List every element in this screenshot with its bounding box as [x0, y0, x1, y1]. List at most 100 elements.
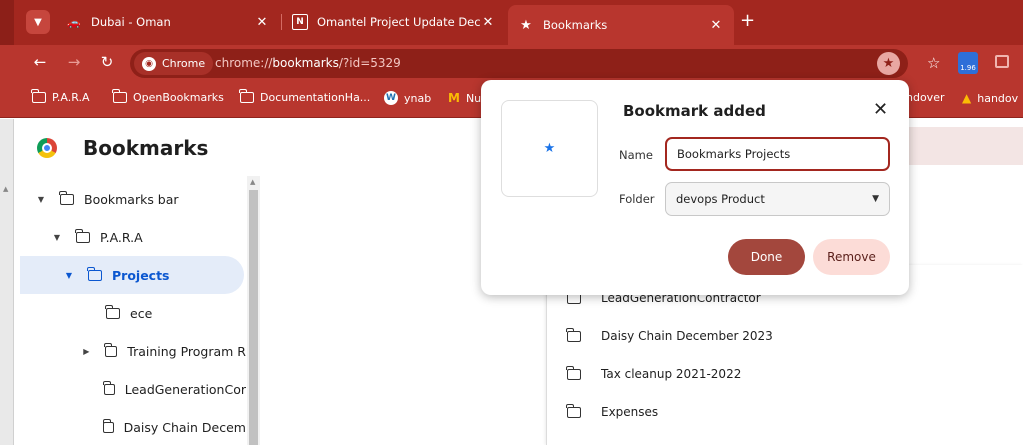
tree-item-label: Training Program R [127, 343, 246, 359]
tab-omantel[interactable]: N Omantel Project Update Dec 4 2 ✕ [282, 6, 506, 38]
star-icon: ★ [882, 56, 895, 71]
extension-badge: 1.96 [960, 64, 976, 72]
bookmark-added-dialog: ★ Bookmark added ✕ Name Folder devops Pr… [481, 80, 909, 295]
gmail-icon: M [448, 91, 460, 105]
star-icon: ★ [520, 17, 532, 33]
url-text[interactable]: chrome://bookmarks/?id=5329 [215, 56, 401, 70]
bookmark-handover[interactable]: ndover [906, 91, 944, 104]
bookmark-label: Nu [465, 91, 482, 105]
window-edge [0, 0, 14, 45]
close-icon[interactable]: ✕ [708, 18, 724, 33]
bookmark-documentation[interactable]: DocumentationHa... [239, 89, 370, 104]
bookmark-openbookmarks[interactable]: OpenBookmarks [112, 89, 224, 104]
close-icon[interactable]: ✕ [254, 15, 270, 30]
reload-button[interactable]: ↻ [97, 53, 117, 71]
bookmark-icon-button[interactable]: ☆ [927, 54, 940, 72]
folder-icon [31, 89, 46, 103]
tree-item-projects[interactable]: ▼ Projects [20, 256, 244, 294]
tree-item-daisy-chain[interactable]: Daisy Chain Decem [20, 408, 246, 445]
expand-arrow-icon[interactable]: ▼ [36, 195, 46, 204]
extension-button[interactable]: 1.96 [958, 52, 978, 74]
folder-icon [87, 266, 102, 281]
folder-icon [102, 418, 114, 433]
new-tab-button[interactable]: + [740, 12, 755, 30]
list-item[interactable]: Daisy Chain December 2023 [566, 317, 773, 355]
tree-item-training-program[interactable]: ▶ Training Program R [20, 332, 246, 370]
toolbar: ← → ↻ ◉ Chrome chrome://bookmarks/?id=53… [0, 45, 1023, 82]
name-field[interactable] [665, 137, 890, 171]
bookmark-star-button[interactable]: ★ [877, 52, 900, 75]
bookmark-label: P.A.R.A [52, 91, 90, 104]
url-host: bookmarks [272, 56, 339, 70]
forward-button[interactable]: → [64, 53, 84, 71]
bookmark-para[interactable]: P.A.R.A [31, 89, 90, 104]
drive-icon: ▲ [962, 91, 972, 105]
bookmark-label: ynab [404, 91, 432, 105]
site-info-chip[interactable]: ◉ Chrome [134, 52, 214, 75]
tab-title: Dubai - Oman [91, 15, 171, 29]
tree-item-label: Projects [112, 267, 170, 283]
name-label: Name [619, 148, 653, 162]
list-item-label: Expenses [601, 405, 659, 419]
bookmark-label: ndover [906, 91, 945, 104]
folder-icon [102, 380, 115, 395]
folder-label: Folder [619, 192, 655, 206]
tree-item-ece[interactable]: ece [20, 294, 246, 332]
remove-button[interactable]: Remove [813, 239, 890, 275]
tree-item-bookmarks-bar[interactable]: ▼ Bookmarks bar [20, 180, 244, 218]
tab-dubai-oman[interactable]: 🚗 Dubai - Oman ✕ [56, 6, 280, 38]
tab-search-button[interactable]: ▼ [26, 10, 50, 34]
scroll-up-icon[interactable]: ▲ [3, 185, 8, 193]
tab-title: Omantel Project Update Dec 4 2 [317, 15, 480, 29]
tab-strip: ▼ 🚗 Dubai - Oman ✕ N Omantel Project Upd… [0, 0, 1023, 45]
page-title: Bookmarks [83, 136, 209, 160]
folder-icon [112, 89, 127, 103]
list-item[interactable]: Tax cleanup 2021-2022 [566, 355, 742, 393]
close-icon: ✕ [873, 99, 889, 120]
expand-arrow-icon[interactable]: ▶ [82, 347, 91, 356]
plus-icon: + [740, 10, 756, 31]
tree-item-leadgeneration[interactable]: LeadGenerationCor [20, 370, 246, 408]
folder-icon [104, 342, 118, 357]
star-outline-icon: ☆ [927, 54, 941, 72]
folder-icon [239, 89, 254, 103]
expand-arrow-icon[interactable]: ▼ [52, 233, 62, 242]
tree-item-label: Bookmarks bar [84, 191, 179, 207]
bookmark-nu[interactable]: M Nu [448, 91, 481, 105]
tree-item-label: LeadGenerationCor [124, 381, 246, 397]
bookmark-handov-drive[interactable]: ▲ handov [962, 91, 1018, 105]
tree-item-label: ece [130, 305, 153, 321]
window-icon[interactable] [995, 55, 1009, 68]
wordpress-icon: W [384, 91, 398, 105]
tree-scrollbar[interactable]: ▲ [247, 176, 260, 445]
done-button[interactable]: Done [728, 239, 805, 275]
scroll-up-icon[interactable]: ▲ [250, 178, 255, 186]
address-bar[interactable]: ◉ Chrome chrome://bookmarks/?id=5329 ★ [130, 49, 908, 78]
folder-select[interactable]: devops Product ▼ [665, 182, 890, 216]
tab-bookmarks[interactable]: ★ Bookmarks ✕ [508, 5, 734, 45]
list-item-label: Tax cleanup 2021-2022 [601, 367, 742, 381]
chevron-down-icon: ▼ [872, 194, 879, 204]
back-button[interactable]: ← [30, 53, 50, 71]
tree-item-para[interactable]: ▼ P.A.R.A [20, 218, 244, 256]
bookmark-preview: ★ [501, 100, 598, 197]
chip-label: Chrome [162, 57, 206, 70]
folder-icon [566, 327, 581, 342]
bookmark-ynab[interactable]: W ynab [384, 91, 431, 105]
bookmark-label: OpenBookmarks [133, 91, 224, 104]
close-button[interactable]: ✕ [873, 99, 888, 120]
star-icon: ★ [543, 141, 556, 156]
notion-icon: N [292, 14, 308, 30]
chrome-icon: ◉ [142, 56, 156, 71]
car-icon: 🚗 [67, 15, 81, 29]
list-item[interactable]: Expenses [566, 393, 659, 431]
tab-title: Bookmarks [543, 18, 608, 32]
folder-icon [566, 403, 581, 418]
expand-arrow-icon[interactable]: ▼ [64, 271, 74, 280]
reload-icon: ↻ [100, 53, 114, 71]
tree-item-label: Daisy Chain Decem [123, 419, 246, 435]
folder-icon [75, 228, 90, 243]
arrow-left-icon: ← [33, 53, 47, 71]
close-icon[interactable]: ✕ [480, 15, 496, 30]
scrollbar-thumb[interactable] [249, 190, 258, 445]
